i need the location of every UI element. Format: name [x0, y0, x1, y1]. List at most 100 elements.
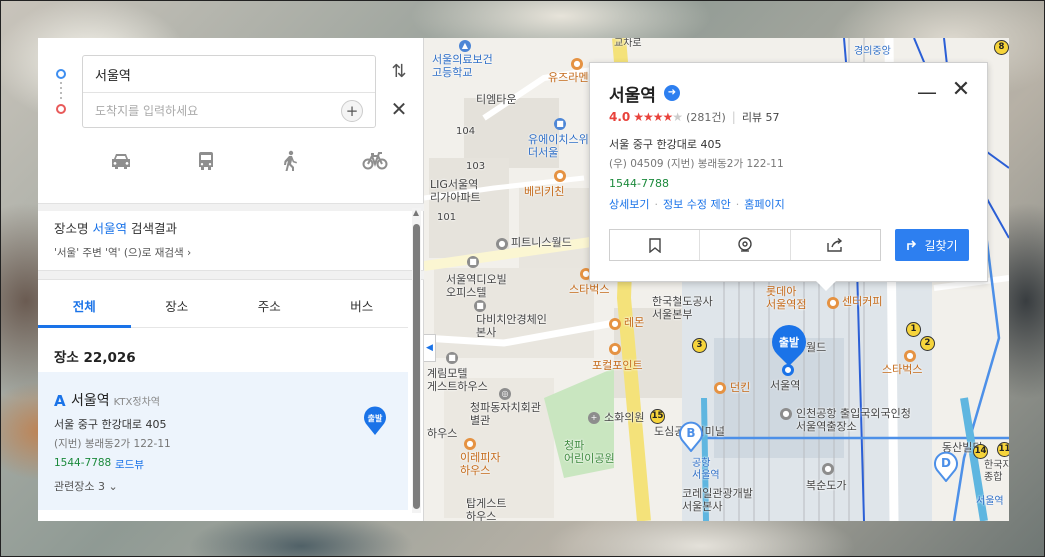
map-label-lemon[interactable]: 레몬 [624, 316, 644, 330]
research-link[interactable]: '서울' 주변 '역' (으)로 재검색 › [54, 245, 191, 260]
map-label-boksoondoga[interactable]: 복순도가 [806, 479, 846, 493]
restaurant-icon: ● [714, 382, 726, 394]
marker-b-label: B [686, 426, 695, 440]
share-icon [827, 238, 843, 252]
rating-count[interactable]: (281건) [686, 109, 726, 125]
arrow-right-icon[interactable]: ➜ [664, 85, 680, 101]
route-connector [60, 82, 62, 102]
map-label-seoul-station[interactable]: 서울역 [770, 379, 800, 393]
related-places-toggle[interactable]: 관련장소 3 ⌄ [54, 478, 118, 494]
minimize-icon[interactable]: — [917, 80, 937, 104]
map-label-ire-pizza[interactable]: 이레피자 하우스 [460, 451, 500, 477]
suggest-edit-link[interactable]: 정보 수정 제안 [663, 198, 731, 211]
map-label-cheongpa-park[interactable]: 청파 어린이공원 [564, 439, 615, 465]
scrollbar-thumb[interactable] [413, 224, 420, 509]
location-button[interactable] [699, 230, 789, 260]
directions-label: 길찾기 [924, 238, 958, 253]
gym-icon: ● [496, 238, 508, 250]
map-label-gyerim-motel[interactable]: 계림모텔 게스트하우스 [427, 367, 488, 393]
map-label-starbucks-2[interactable]: 스타벅스 [882, 363, 922, 377]
hospital-icon: + [588, 412, 600, 424]
search-summary-text: 장소명 서울역 검색결과 [54, 218, 191, 237]
bus-route-marker[interactable]: 2 [920, 336, 935, 351]
map-label-starbucks-1[interactable]: 스타벅스 [569, 283, 609, 297]
scroll-up-icon[interactable] [413, 210, 419, 216]
star-rating-icon: ★★★★★ [633, 110, 683, 124]
map-label-school[interactable]: 서울의료보건 고등학교 [432, 53, 493, 79]
bus-route-marker[interactable]: 3 [692, 338, 707, 353]
result-address: 서울 중구 한강대로 405 [54, 418, 167, 431]
add-waypoint-button[interactable]: + [341, 99, 363, 122]
map-label-gyeongui[interactable]: 경의중앙 [854, 46, 891, 58]
collapse-sidebar-button[interactable]: ◀ [424, 334, 436, 362]
share-button[interactable] [789, 230, 880, 260]
set-origin-pin-icon[interactable]: 출발 [363, 406, 387, 436]
detail-link[interactable]: 상세보기 [609, 198, 649, 211]
close-icon[interactable]: ✕ [388, 98, 410, 120]
result-tabs: 전체 장소 주소 버스 [38, 284, 408, 328]
map-label-hanguk[interactable]: 한국지 종합 [984, 460, 1009, 483]
result-name[interactable]: 서울역 [71, 393, 110, 409]
map-label-top-guesthouse[interactable]: 탑게스트 하우스 [466, 497, 506, 521]
marker-d-icon[interactable]: D [933, 450, 959, 482]
bus-route-marker[interactable]: 8 [994, 40, 1009, 55]
bus-route-marker[interactable]: 14 [973, 444, 988, 459]
map-label-immigration[interactable]: 인천공항 출입국외국인청 서울역출장소 [796, 407, 911, 433]
walk-icon[interactable] [277, 148, 303, 174]
marker-b-icon[interactable]: B [678, 420, 704, 452]
map-label-focal-point[interactable]: 포컬포인트 [592, 359, 643, 373]
bookmark-button[interactable] [610, 230, 699, 260]
stars-filled: ★★★★ [633, 110, 673, 124]
map-label-berry-kitchen[interactable]: 베리키친 [524, 185, 564, 199]
route-inputs: 서울역 도착지를 입력하세요 + [82, 55, 376, 128]
motel-icon: ■ [446, 352, 458, 364]
popup-title[interactable]: 서울역 [609, 81, 656, 106]
office-icon: ◎ [499, 388, 511, 400]
map-label-center-coffee[interactable]: 센터커피 [842, 295, 882, 309]
cafe-icon: ● [904, 350, 916, 362]
close-icon[interactable]: ✕ [950, 77, 972, 102]
origin-field[interactable]: 서울역 [83, 56, 375, 92]
review-count[interactable]: 리뷰 57 [742, 109, 780, 125]
map-label-korail-tour[interactable]: 코레일관광개발 서울본사 [682, 487, 753, 513]
map-label-davich[interactable]: 다비치안경체인 본사 [476, 313, 547, 339]
swap-icon[interactable]: ⇅ [388, 61, 410, 83]
destination-field[interactable]: 도착지를 입력하세요 + [83, 92, 375, 128]
map-label-diovil[interactable]: 서울역디오빌 오피스텔 [446, 273, 507, 299]
car-icon[interactable] [108, 148, 134, 174]
scrollbar[interactable] [412, 208, 421, 513]
restaurant-icon: ● [554, 170, 566, 182]
map-label-lig-apt[interactable]: LIG서울역 리가아파트 [430, 178, 481, 204]
bike-icon[interactable] [362, 148, 388, 174]
map-label-lotteria[interactable]: 롯데아 서울역점 [766, 285, 806, 311]
map-label-fitness-world[interactable]: 피트니스월드 [511, 236, 572, 250]
popup-links: 상세보기 · 정보 수정 제안 · 홈페이지 [609, 198, 785, 211]
bus-route-marker[interactable]: 11 [997, 442, 1009, 457]
map-label-korail-hq[interactable]: 한국철도공사 서울본부 [652, 295, 713, 321]
map-label-airport-railroad[interactable]: 공항 서울역 [692, 458, 720, 481]
map-label-seoul-station-line[interactable]: 서울역 [976, 496, 1004, 508]
destination-placeholder[interactable]: 도착지를 입력하세요 [95, 102, 198, 119]
tab-bus[interactable]: 버스 [316, 284, 409, 327]
map-label-dunkin[interactable]: 던킨 [730, 381, 750, 395]
homepage-link[interactable]: 홈페이지 [744, 198, 784, 211]
roadview-link[interactable]: 로드뷰 [115, 457, 144, 472]
map-label-sohwa-clinic[interactable]: 소화의원 [604, 411, 644, 425]
bus-icon[interactable] [193, 148, 219, 174]
result-item[interactable]: A 서울역 KTX정차역 서울 중구 한강대로 405 (지번) 봉래동2가 12… [38, 372, 408, 510]
map-label-cheongpa-office[interactable]: 청파동자치회관 별관 [470, 401, 541, 427]
map-label-uh-suite[interactable]: 유에이치스위 더서울 [528, 133, 589, 159]
map-label-tm-town[interactable]: 티엠타운 [476, 93, 516, 107]
tab-all[interactable]: 전체 [38, 284, 131, 328]
origin-value[interactable]: 서울역 [95, 65, 131, 84]
map-label-101: 101 [437, 212, 457, 223]
start-pin[interactable]: 출발 [764, 317, 814, 367]
bus-route-marker[interactable]: 1 [906, 322, 921, 337]
tab-address[interactable]: 주소 [223, 284, 316, 327]
tab-place[interactable]: 장소 [131, 284, 224, 327]
map-label-yuzu[interactable]: 유즈라멘 [548, 71, 588, 85]
section-divider [38, 270, 424, 280]
search-summary: 장소명 서울역 검색결과 '서울' 주변 '역' (으)로 재검색 › [54, 218, 191, 260]
directions-button[interactable]: 길찾기 [895, 229, 969, 261]
bus-route-marker[interactable]: 15 [650, 409, 665, 424]
